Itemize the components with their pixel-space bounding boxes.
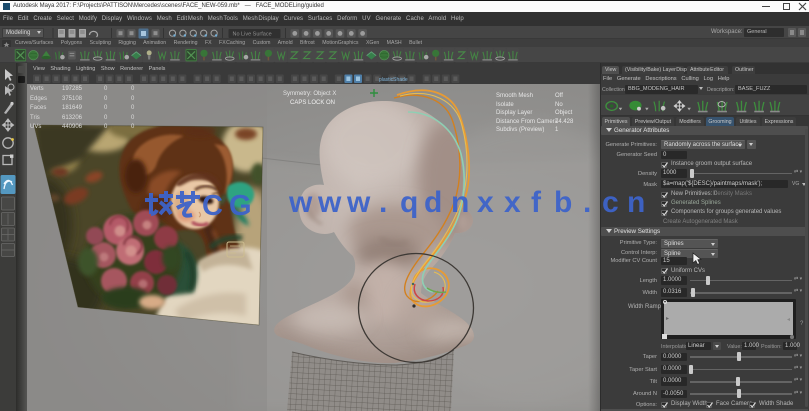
svg-text:G: G — [229, 190, 252, 219]
svg-text:C: C — [202, 190, 223, 219]
svg-text:No Live Surface: No Live Surface — [233, 31, 272, 37]
svg-text:plasticShade: plasticShade — [379, 77, 408, 83]
